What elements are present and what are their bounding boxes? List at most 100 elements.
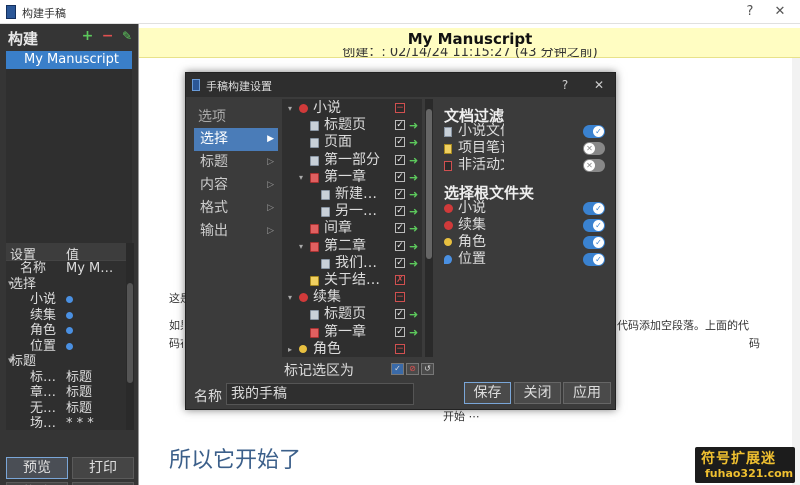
go-arrow-icon[interactable]: ➜ bbox=[409, 324, 418, 341]
tree-item-label: 我们找… bbox=[335, 254, 390, 271]
dialog-close-button[interactable]: ✕ bbox=[590, 76, 608, 94]
tree-item[interactable]: 间章 ✓ ➜ bbox=[282, 220, 422, 237]
include-checkbox[interactable]: ✓ bbox=[395, 206, 405, 217]
go-arrow-icon[interactable]: ➜ bbox=[409, 152, 418, 169]
mark-include-button[interactable]: ✓ bbox=[391, 363, 404, 375]
toggle-switch[interactable]: ✓ bbox=[583, 236, 605, 249]
apply-button[interactable]: 应用 bbox=[563, 382, 611, 404]
tree-item[interactable]: ▾ 第一章 ✓ ➜ bbox=[282, 169, 422, 186]
settings-row[interactable]: 名称 My M… bbox=[6, 261, 126, 277]
mark-reset-button[interactable]: ↺ bbox=[421, 363, 434, 375]
include-checkbox[interactable]: ✓ bbox=[395, 137, 405, 148]
settings-row[interactable]: 续集 bbox=[6, 308, 126, 324]
options-menu-item[interactable]: 选择 ▶ bbox=[194, 128, 278, 151]
preview-button[interactable]: 预览 bbox=[6, 457, 68, 479]
name-label: 名称 bbox=[194, 389, 222, 405]
print-button[interactable]: 打印 bbox=[72, 457, 134, 479]
go-arrow-icon[interactable]: ➜ bbox=[409, 203, 418, 220]
include-checkbox[interactable]: ✓ bbox=[395, 189, 405, 199]
go-arrow-icon[interactable]: ➜ bbox=[409, 169, 418, 186]
dialog-help-button[interactable]: ? bbox=[556, 76, 574, 94]
toggle-switch[interactable]: ✓ bbox=[583, 219, 605, 232]
tree-expand-icon[interactable]: ▾ bbox=[288, 100, 292, 117]
tree-expand-icon[interactable]: ▾ bbox=[288, 289, 292, 306]
toggle-switch[interactable]: ✓ bbox=[583, 253, 605, 266]
tree-item[interactable]: 我们找… ✓ ➜ bbox=[282, 255, 422, 272]
tree-scrollbar[interactable] bbox=[425, 99, 433, 357]
toggle-switch[interactable]: ✓ bbox=[583, 202, 605, 215]
x-icon: ✕ bbox=[584, 143, 595, 154]
settings-row[interactable]: ▾ 选择 bbox=[6, 277, 126, 293]
go-arrow-icon[interactable]: ➜ bbox=[409, 186, 418, 203]
include-checkbox[interactable]: − bbox=[395, 103, 405, 113]
go-arrow-icon[interactable]: ➜ bbox=[409, 255, 418, 272]
tree-item[interactable]: 第一章 ✓ ➜ bbox=[282, 324, 422, 341]
include-checkbox[interactable]: − bbox=[395, 343, 405, 354]
preview-scrollbar[interactable] bbox=[792, 58, 800, 485]
include-checkbox[interactable]: − bbox=[395, 292, 405, 303]
settings-row[interactable]: 场… * * * bbox=[6, 416, 126, 430]
toggle-switch[interactable]: ✓ bbox=[583, 125, 605, 138]
include-checkbox[interactable]: ✓ bbox=[395, 154, 405, 165]
toggle-switch[interactable]: ✕ bbox=[583, 159, 605, 172]
tree-item[interactable]: 关于结… ✗ bbox=[282, 272, 422, 289]
tree-item[interactable]: ▾ 续集 − bbox=[282, 289, 422, 306]
options-menu-item[interactable]: 格式 ▷ bbox=[194, 197, 278, 220]
tree-item[interactable]: ▾ 小说 − bbox=[282, 100, 422, 117]
check-icon: ✓ bbox=[593, 203, 604, 214]
setting-key: 标题 bbox=[10, 354, 37, 369]
tree-expand-icon[interactable]: ▸ bbox=[288, 341, 292, 357]
tree-item[interactable]: ▾ 第二章 ✓ ➜ bbox=[282, 238, 422, 255]
go-arrow-icon[interactable]: ➜ bbox=[409, 134, 418, 151]
edit-icon[interactable]: ✎ bbox=[122, 29, 132, 43]
tree-item[interactable]: 另一个… ✓ ➜ bbox=[282, 203, 422, 220]
settings-row[interactable]: 标… 标题 bbox=[6, 370, 126, 386]
manuscript-list[interactable]: My Manuscript bbox=[6, 51, 132, 261]
options-menu-item[interactable]: 内容 ▷ bbox=[194, 174, 278, 197]
settings-row[interactable]: 无… 标题 bbox=[6, 401, 126, 417]
add-icon[interactable]: + bbox=[82, 28, 94, 44]
tree-item[interactable]: ▸ 角色 − bbox=[282, 341, 422, 357]
manuscript-item[interactable]: My Manuscript bbox=[6, 51, 132, 69]
options-header: 选项 bbox=[198, 109, 226, 125]
include-checkbox[interactable]: ✓ bbox=[395, 120, 405, 131]
help-button[interactable]: ? bbox=[740, 3, 760, 21]
go-arrow-icon[interactable]: ➜ bbox=[409, 306, 418, 323]
options-menu-item[interactable]: 标题 ▷ bbox=[194, 151, 278, 174]
toggle-switch[interactable]: ✕ bbox=[583, 142, 605, 155]
tree-item[interactable]: 新建一… ✓ ➜ bbox=[282, 186, 422, 203]
remove-icon[interactable]: − bbox=[102, 28, 114, 44]
settings-row[interactable]: ▾ 标题 bbox=[6, 354, 126, 370]
settings-row[interactable]: 章… 标题 bbox=[6, 385, 126, 401]
go-arrow-icon[interactable]: ➜ bbox=[409, 238, 418, 255]
tree-expand-icon[interactable]: ▾ bbox=[299, 238, 303, 255]
tree-item[interactable]: 页面 ✓ ➜ bbox=[282, 134, 422, 151]
go-arrow-icon[interactable]: ➜ bbox=[409, 220, 418, 237]
include-checkbox[interactable]: ✓ bbox=[395, 223, 405, 234]
settings-scrollbar[interactable] bbox=[126, 243, 134, 430]
save-button[interactable]: 保存 bbox=[464, 382, 511, 404]
include-checkbox[interactable]: ✓ bbox=[395, 240, 405, 251]
name-input[interactable]: 我的手稿 bbox=[226, 383, 414, 405]
tree-item[interactable]: 第一部分 ✓ ➜ bbox=[282, 152, 422, 169]
settings-row[interactable]: 位置 bbox=[6, 339, 126, 355]
filter-row: 位置 ✓ bbox=[444, 251, 609, 268]
go-arrow-icon[interactable]: ➜ bbox=[409, 117, 418, 134]
tree-item[interactable]: 标题页 ✓ ➜ bbox=[282, 306, 422, 323]
settings-row[interactable]: 小说 bbox=[6, 292, 126, 308]
tree-expand-icon[interactable]: ▾ bbox=[299, 169, 303, 186]
mark-exclude-button[interactable]: ⊘ bbox=[406, 363, 419, 375]
include-checkbox[interactable]: ✓ bbox=[395, 309, 405, 320]
dialog-close-action-button[interactable]: 关闭 bbox=[514, 382, 561, 404]
options-menu-item[interactable]: 输出 ▷ bbox=[194, 220, 278, 243]
include-checkbox[interactable]: ✗ bbox=[395, 275, 405, 285]
app-icon bbox=[6, 5, 16, 19]
include-checkbox[interactable]: ✓ bbox=[395, 326, 405, 337]
close-window-button[interactable]: ✕ bbox=[770, 3, 790, 21]
selected-dot-icon bbox=[66, 292, 73, 307]
include-checkbox[interactable]: ✓ bbox=[395, 171, 405, 182]
document-tree[interactable]: ▾ 小说 − 标题页 ✓ ➜ 页面 ✓ ➜ 第一部分 ✓ ➜ ▾ 第一章 ✓ ➜ 新建一… ✓ ➜ 另一个… ✓ ➜ 间章 ✓… bbox=[282, 99, 422, 357]
include-checkbox[interactable]: ✓ bbox=[395, 257, 405, 268]
settings-row[interactable]: 角色 bbox=[6, 323, 126, 339]
tree-item[interactable]: 标题页 ✓ ➜ bbox=[282, 117, 422, 134]
